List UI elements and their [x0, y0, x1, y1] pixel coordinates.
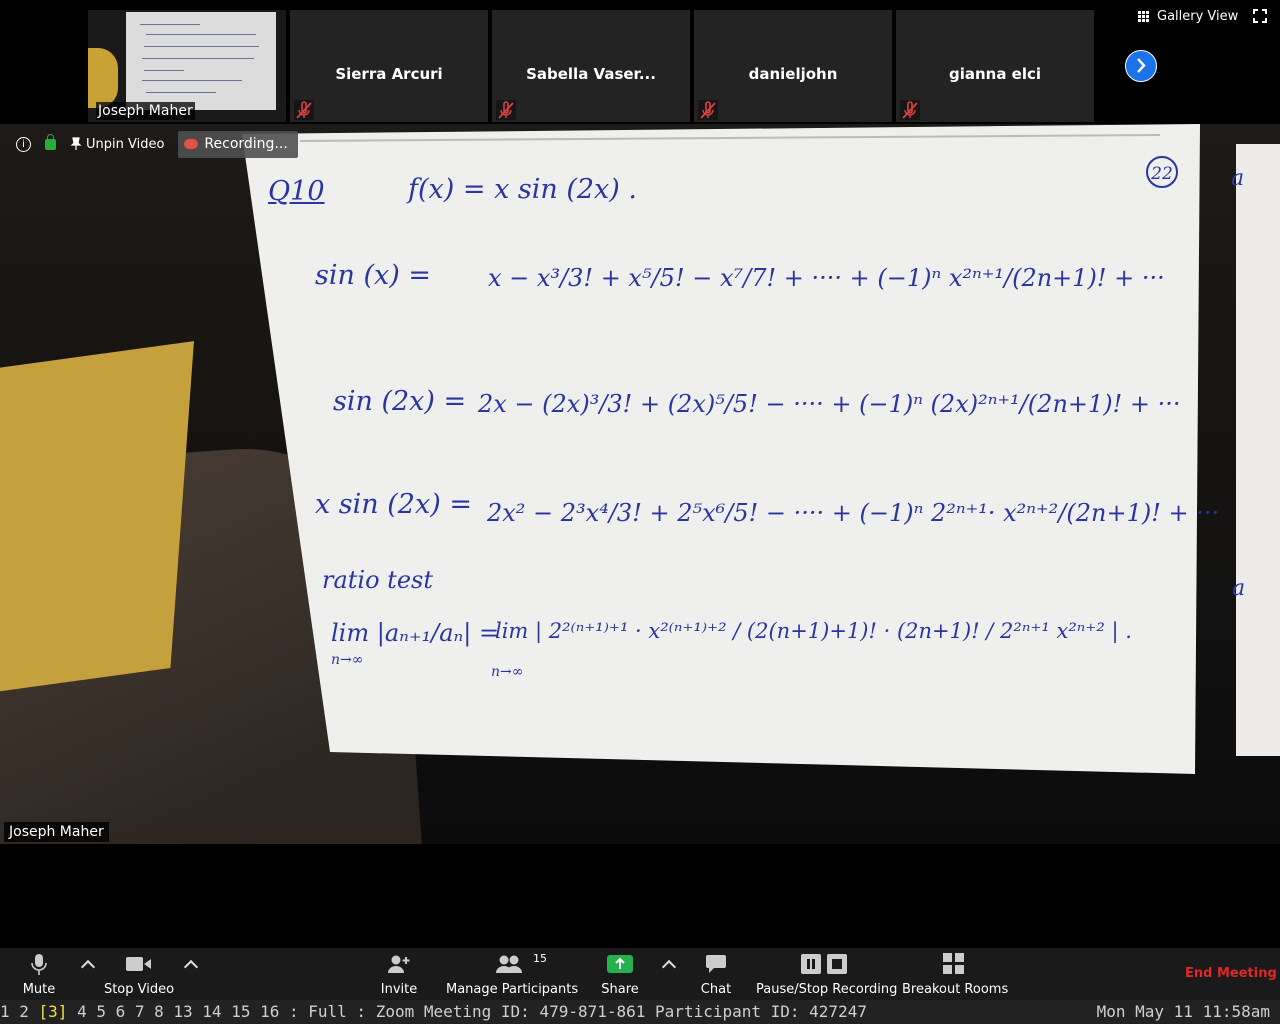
microphone-icon [31, 954, 47, 975]
breakout-rooms-label: Breakout Rooms [902, 982, 1009, 997]
self-video-thumbnail [126, 12, 276, 110]
sin-series-rhs: x − x³/3! + x⁵/5! − x⁷/7! + ···· + (−1)ⁿ… [488, 264, 1165, 292]
limit-subscript: n→∞ [491, 664, 524, 680]
share-screen-button[interactable]: Share [598, 948, 642, 1000]
main-video: a a 22 Q10 f(x) = x sin (2x) . sin (x) =… [0, 124, 1280, 844]
participant-tile[interactable]: gianna elci [896, 10, 1094, 122]
pause-stop-recording-button[interactable]: Pause/Stop Recording [756, 948, 898, 1000]
function-definition: f(x) = x sin (2x) . [408, 174, 637, 205]
gallery-view-label: Gallery View [1157, 9, 1239, 24]
breakout-rooms-icon [943, 953, 964, 974]
share-screen-icon [607, 955, 633, 973]
add-person-icon [388, 955, 410, 973]
window-manager-status-bar: 1 2 [3] 4 5 6 7 8 13 14 15 16 : Full : Z… [0, 1000, 1280, 1024]
current-workspace[interactable]: [3] [39, 1002, 68, 1021]
ratio-test-label: ratio test [322, 566, 433, 594]
next-page-button[interactable] [1125, 50, 1157, 82]
pause-stop-icon [801, 954, 847, 974]
gallery-view-button[interactable]: Gallery View [1138, 9, 1238, 24]
sin2x-series-rhs: 2x − (2x)³/3! + (2x)⁵/5! − ···· + (−1)ⁿ … [478, 390, 1181, 418]
recording-indicator[interactable]: Recording... [178, 130, 298, 158]
participant-name: gianna elci [948, 65, 1042, 83]
sin-series-lhs: sin (x) = [315, 260, 431, 291]
breakout-rooms-button[interactable]: Breakout Rooms [902, 948, 1009, 1000]
recording-label: Recording... [204, 135, 288, 152]
meeting-info-bar: i Unpin Video Recording... [0, 129, 298, 159]
invite-label: Invite [380, 982, 418, 997]
xsin2x-series-rhs: 2x² − 2³x⁴/3! + 2⁵x⁶/5! − ···· + (−1)ⁿ 2… [487, 499, 1220, 527]
meeting-toolbar: Mute Stop Video Invite Manage Participan… [0, 948, 1280, 1000]
stop-video-label: Stop Video [103, 982, 175, 997]
chevron-right-icon [1137, 58, 1146, 73]
second-sheet-text: a [1231, 166, 1245, 191]
self-thumb-yellow [88, 48, 118, 108]
participant-name: Sabella Vaser... [526, 65, 656, 83]
participant-tile[interactable]: danieljohn [694, 10, 892, 122]
stop-video-button[interactable]: Stop Video [103, 948, 175, 1000]
clock: Mon May 11 11:58am [1096, 1002, 1270, 1021]
audio-options-caret-icon[interactable] [80, 959, 96, 975]
question-label: Q10 [268, 176, 325, 207]
participant-tile[interactable]: Sabella Vaser... [492, 10, 690, 122]
mute-label: Mute [22, 982, 56, 997]
encryption-lock-icon[interactable] [45, 133, 56, 150]
limit-rhs: lim | 2²⁽ⁿ⁺¹⁾⁺¹ · x²⁽ⁿ⁺¹⁾⁺² / (2(n+1)+1)… [495, 619, 1132, 643]
muted-mic-icon [900, 100, 920, 120]
unpin-video-button[interactable]: Unpin Video [70, 137, 164, 152]
participant-name: danieljohn [748, 65, 838, 83]
self-name-label: Joseph Maher [96, 102, 195, 120]
participants-icon [496, 955, 522, 973]
second-sheet: a a [1231, 144, 1280, 756]
share-label: Share [601, 982, 639, 997]
invite-button[interactable]: Invite [376, 948, 422, 1000]
whiteboard-sheet [242, 124, 1200, 774]
manage-participants-button[interactable]: Manage Participants [446, 948, 579, 1000]
pause-stop-recording-label: Pause/Stop Recording [756, 982, 898, 997]
limit-subscript: n→∞ [331, 652, 364, 668]
video-options-caret-icon[interactable] [183, 959, 199, 975]
xsin2x-series-lhs: x sin (2x) = [315, 489, 472, 520]
end-meeting-button[interactable]: End Meeting [1185, 966, 1277, 981]
manage-participants-label: Manage Participants [446, 982, 579, 997]
chat-label: Chat [700, 982, 732, 997]
video-yellow-object [0, 341, 194, 696]
participant-tile[interactable]: Sierra Arcuri [290, 10, 488, 122]
gallery-grid-icon [1138, 11, 1149, 22]
unpin-video-label: Unpin Video [86, 136, 165, 152]
participant-name: Sierra Arcuri [335, 65, 443, 83]
muted-mic-icon [698, 100, 718, 120]
chat-button[interactable]: Chat [696, 948, 736, 1000]
chat-bubble-icon [706, 955, 726, 973]
fullscreen-icon[interactable] [1253, 9, 1267, 23]
pin-icon [70, 137, 82, 150]
mute-button[interactable]: Mute [14, 948, 64, 1000]
muted-mic-icon [294, 100, 314, 120]
info-icon[interactable]: i [16, 136, 31, 152]
workspace-list[interactable]: 1 2 [0, 1002, 39, 1021]
participant-count-badge: 15 [533, 952, 547, 965]
video-camera-icon [126, 957, 151, 971]
self-video-tile[interactable]: Joseph Maher [88, 10, 286, 122]
status-text: 4 5 6 7 8 13 14 15 16 : Full : Zoom Meet… [67, 1002, 867, 1021]
limit-lhs: lim |aₙ₊₁/aₙ| = [331, 619, 500, 647]
speaker-name-label: Joseph Maher [4, 822, 109, 842]
cloud-recording-icon [184, 138, 199, 149]
muted-mic-icon [496, 100, 516, 120]
page-number: 22 [1146, 156, 1178, 188]
share-options-caret-icon[interactable] [661, 959, 677, 975]
participant-strip: Joseph Maher Sierra Arcuri Sabella Vaser… [0, 0, 1280, 124]
second-sheet-text: a [1232, 576, 1246, 601]
sin2x-series-lhs: sin (2x) = [333, 386, 467, 417]
